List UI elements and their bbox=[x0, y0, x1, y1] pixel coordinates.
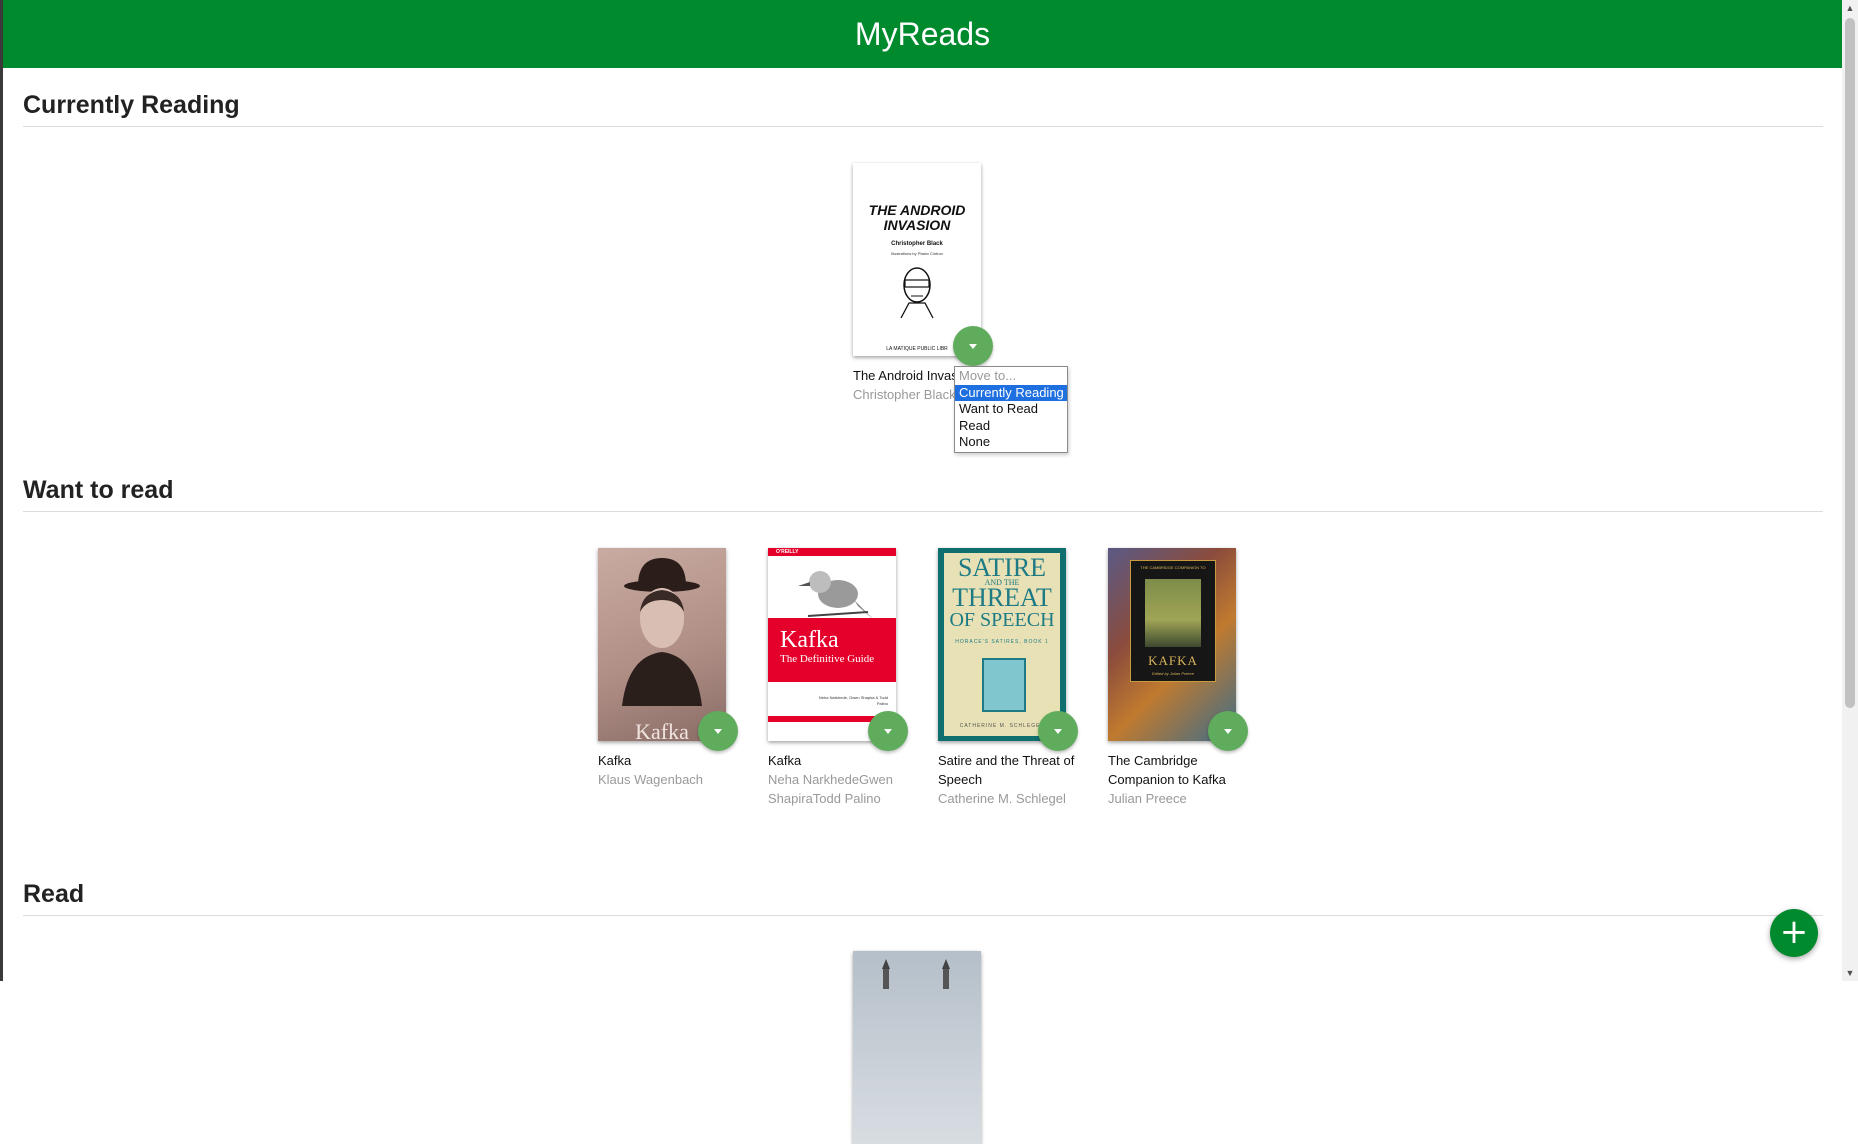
shelf-changer-button[interactable] bbox=[698, 711, 738, 751]
book-title: Satire and the Threat of Speech bbox=[938, 753, 1075, 787]
cover-illustration bbox=[982, 658, 1026, 712]
book-cover: THE CAMBRIDGE COMPANION TO KAFKA Edited … bbox=[1108, 548, 1236, 741]
shelf-changer-button[interactable] bbox=[1208, 711, 1248, 751]
book-authors: Klaus Wagenbach bbox=[598, 772, 704, 787]
cover-illustration bbox=[882, 959, 950, 989]
robot-head-illustration bbox=[900, 267, 934, 319]
menu-option-currently-reading[interactable]: Currently Reading bbox=[955, 384, 1067, 401]
book-item: THE CAMBRIDGE COMPANION TO KAFKA Edited … bbox=[1108, 548, 1268, 808]
book-cover: O'REILLY Kafka The Definitive Guide Neha… bbox=[768, 548, 896, 741]
book-title: Kafka bbox=[598, 753, 632, 768]
shelf-changer-button[interactable] bbox=[868, 711, 908, 751]
app-title: MyReads bbox=[854, 15, 991, 52]
menu-option-read[interactable]: Read bbox=[955, 418, 1067, 435]
book-title: Kafka bbox=[768, 753, 802, 768]
portrait-illustration bbox=[622, 558, 702, 706]
book-item: O'REILLY Kafka The Definitive Guide Neha… bbox=[768, 548, 928, 808]
shelf-changer-button[interactable] bbox=[953, 326, 993, 366]
shelf-title-read: Read bbox=[23, 880, 1823, 916]
kookaburra-illustration bbox=[798, 571, 874, 620]
book-authors: Catherine M. Schlegel bbox=[938, 791, 1066, 806]
book-item: Kafka Kafka Klaus Wagenbach bbox=[598, 548, 758, 789]
app-header: MyReads bbox=[3, 0, 1842, 68]
add-book-button[interactable]: + bbox=[1770, 909, 1818, 957]
portrait-illustration bbox=[1145, 579, 1201, 647]
book-cover: SATIRE AND THE THREAT OF SPEECH HORACE'S… bbox=[938, 548, 1066, 741]
book-title: The Cambridge Companion to Kafka bbox=[1108, 753, 1226, 787]
menu-option-move-to: Move to... bbox=[959, 368, 1017, 383]
shelf-select-dropdown[interactable]: Move to... Currently Reading Want to Rea… bbox=[954, 366, 1068, 453]
book-authors: Neha NarkhedeGwen ShapiraTodd Palino bbox=[768, 772, 894, 806]
book-item bbox=[853, 951, 1013, 1144]
book-authors: Julian Preece bbox=[1108, 791, 1187, 806]
menu-option-none[interactable]: None bbox=[955, 434, 1067, 451]
book-item: SATIRE AND THE THREAT OF SPEECH HORACE'S… bbox=[938, 548, 1098, 808]
scroll-up-arrow-icon[interactable]: ▲ bbox=[1842, 0, 1858, 16]
book-cover: THE ANDROID INVASION Christopher Black I… bbox=[853, 163, 981, 356]
shelf-title-currently-reading: Currently Reading bbox=[23, 91, 1823, 127]
vertical-scrollbar[interactable]: ▲ ▼ bbox=[1842, 0, 1858, 981]
shelf-title-want-to-read: Want to read bbox=[23, 476, 1823, 512]
shelf-changer-button[interactable] bbox=[1038, 711, 1078, 751]
scroll-thumb[interactable] bbox=[1845, 18, 1855, 708]
window-edge bbox=[0, 0, 3, 981]
menu-option-want-to-read[interactable]: Want to Read bbox=[955, 401, 1067, 418]
book-cover: Kafka bbox=[598, 548, 726, 741]
scroll-down-arrow-icon[interactable]: ▼ bbox=[1842, 965, 1858, 981]
book-cover bbox=[853, 951, 981, 1144]
